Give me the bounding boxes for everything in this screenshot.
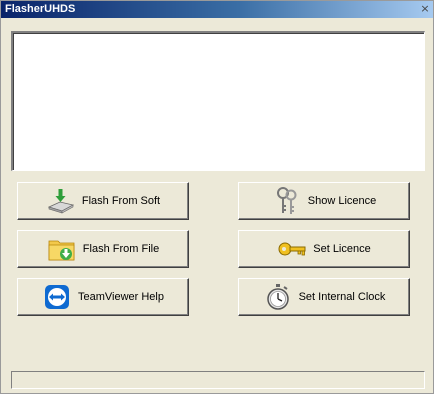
teamviewer-help-label: TeamViewer Help (77, 291, 164, 303)
teamviewer-help-button[interactable]: TeamViewer Help (17, 278, 189, 316)
stopwatch-icon (263, 282, 293, 312)
folder-download-icon (47, 234, 77, 264)
close-icon[interactable]: × (419, 3, 431, 15)
flash-from-soft-button[interactable]: Flash From Soft (17, 182, 189, 220)
set-internal-clock-label: Set Internal Clock (298, 291, 386, 303)
log-output-area[interactable] (11, 31, 425, 171)
teamviewer-icon (42, 282, 72, 312)
title-bar[interactable]: FlasherUHDS × (1, 1, 433, 18)
set-licence-button[interactable]: Set Licence (238, 230, 410, 268)
flash-from-file-button[interactable]: Flash From File (17, 230, 189, 268)
drive-download-icon (46, 186, 76, 216)
flash-from-soft-label: Flash From Soft (81, 195, 161, 207)
key-icon (277, 234, 307, 264)
show-licence-button[interactable]: Show Licence (238, 182, 410, 220)
keys-icon (272, 186, 302, 216)
flash-from-file-label: Flash From File (82, 243, 160, 255)
set-licence-label: Set Licence (313, 243, 371, 255)
set-internal-clock-button[interactable]: Set Internal Clock (238, 278, 410, 316)
flasher-window: FlasherUHDS × Flash From Soft Flash From… (0, 0, 434, 394)
show-licence-label: Show Licence (307, 195, 377, 207)
window-title: FlasherUHDS (5, 3, 76, 15)
status-bar (11, 371, 425, 389)
